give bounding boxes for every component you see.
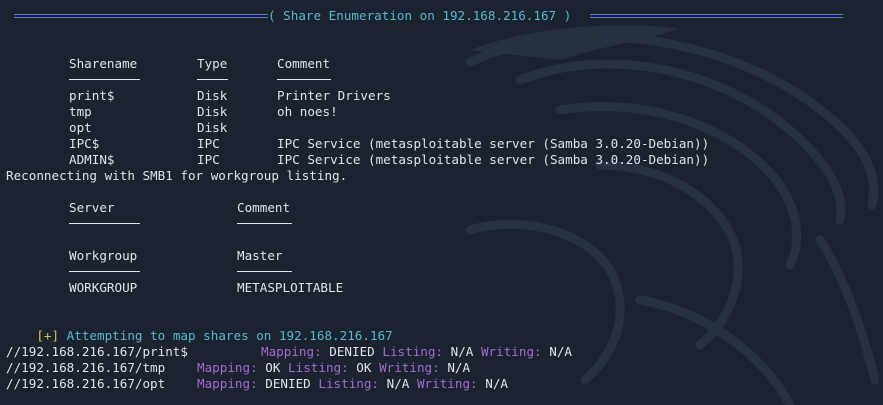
- terminal-output[interactable]: ( Share Enumeration on 192.168.216.167 )…: [6, 0, 883, 405]
- shares-header: Sharename Type Comment: [6, 56, 883, 72]
- listing-value: OK: [356, 360, 372, 375]
- share-path: //192.168.216.167/tmp: [6, 360, 166, 375]
- share-comment: IPC Service (metasploitable server (Samb…: [277, 152, 710, 167]
- underline-workgroup: [69, 271, 140, 272]
- share-name: tmp: [69, 104, 92, 119]
- share-row: print$ Disk Printer Drivers: [6, 88, 883, 104]
- mapping-value: OK: [265, 360, 281, 375]
- share-type: IPC: [197, 136, 220, 151]
- share-name: IPC$: [69, 136, 100, 151]
- col-master: Master: [237, 248, 283, 263]
- section-header: ( Share Enumeration on 192.168.216.167 ): [6, 8, 883, 24]
- share-path: //192.168.216.167/print$: [6, 344, 188, 359]
- col-server: Server: [69, 200, 115, 215]
- share-comment: Printer Drivers: [277, 88, 391, 103]
- share-path: //192.168.216.167/opt: [6, 376, 166, 391]
- col-sharename: Sharename: [69, 56, 138, 71]
- listing-value: N/A: [386, 376, 410, 391]
- share-comment: IPC Service (metasploitable server (Samb…: [277, 136, 710, 151]
- writing-label: Writing:: [416, 376, 478, 391]
- writing-value: N/A: [549, 344, 572, 359]
- listing-value: N/A: [450, 344, 474, 359]
- underline-type: [197, 79, 228, 80]
- col-server-comment: Comment: [237, 200, 291, 215]
- share-row: ADMIN$ IPC IPC Service (metasploitable s…: [6, 152, 883, 168]
- mapping-value: DENIED: [329, 344, 375, 359]
- mapping-label: Mapping:: [197, 360, 258, 375]
- share-comment: oh noes!: [277, 104, 338, 119]
- underline-server-comment: [237, 223, 292, 224]
- mapping-details: Mapping: DENIED Listing: N/A Writing: N/…: [197, 376, 508, 392]
- underline-server: [69, 223, 140, 224]
- share-type: Disk: [197, 120, 228, 135]
- share-name: opt: [69, 120, 92, 135]
- share-row: opt Disk: [6, 120, 883, 136]
- listing-label: Listing:: [288, 360, 349, 375]
- workgroup-row: WORKGROUP METASPLOITABLE: [6, 280, 883, 296]
- listing-label: Listing:: [382, 344, 444, 359]
- col-type: Type: [197, 56, 228, 71]
- share-row: IPC$ IPC IPC Service (metasploitable ser…: [6, 136, 883, 152]
- mapping-line: //192.168.216.167/print$ Mapping: DENIED…: [6, 344, 883, 360]
- share-type: IPC: [197, 152, 220, 167]
- share-name: print$: [69, 88, 115, 103]
- share-type: Disk: [197, 88, 228, 103]
- mapping-line: //192.168.216.167/tmp Mapping: OK Listin…: [6, 360, 883, 376]
- writing-label: Writing:: [379, 360, 440, 375]
- workgroup-master: METASPLOITABLE: [237, 280, 344, 295]
- writing-value: N/A: [447, 360, 471, 375]
- attempt-message: [+] Attempting to map shares on 192.168.…: [6, 312, 883, 343]
- section-title: ( Share Enumeration on 192.168.216.167 ): [268, 8, 572, 23]
- underline-comment: [277, 79, 331, 80]
- workgroup-name: WORKGROUP: [69, 280, 138, 295]
- mapping-line: //192.168.216.167/opt Mapping: DENIED Li…: [6, 376, 883, 392]
- server-header: Server Comment: [6, 200, 883, 216]
- reconnect-message: Reconnecting with SMB1 for workgroup lis…: [6, 168, 348, 183]
- writing-label: Writing:: [480, 344, 542, 359]
- plus-marker: [+]: [36, 328, 60, 343]
- mapping-details: Mapping: DENIED Listing: N/A Writing: N/…: [261, 344, 572, 360]
- underline-sharename: [69, 79, 140, 80]
- underline-master: [237, 271, 292, 272]
- share-type: Disk: [197, 104, 228, 119]
- writing-value: N/A: [485, 376, 508, 391]
- mapping-details: Mapping: OK Listing: OK Writing: N/A: [197, 360, 470, 376]
- col-workgroup: Workgroup: [69, 248, 138, 263]
- mapping-label: Mapping:: [197, 376, 258, 391]
- workgroup-header: Workgroup Master: [6, 248, 883, 264]
- share-name: ADMIN$: [69, 152, 115, 167]
- listing-label: Listing:: [318, 376, 380, 391]
- share-row: tmp Disk oh noes!: [6, 104, 883, 120]
- attempt-text: Attempting to map shares on 192.168.216.…: [59, 328, 393, 343]
- col-comment: Comment: [277, 56, 331, 71]
- mapping-label: Mapping:: [261, 344, 322, 359]
- mapping-value: DENIED: [265, 376, 311, 391]
